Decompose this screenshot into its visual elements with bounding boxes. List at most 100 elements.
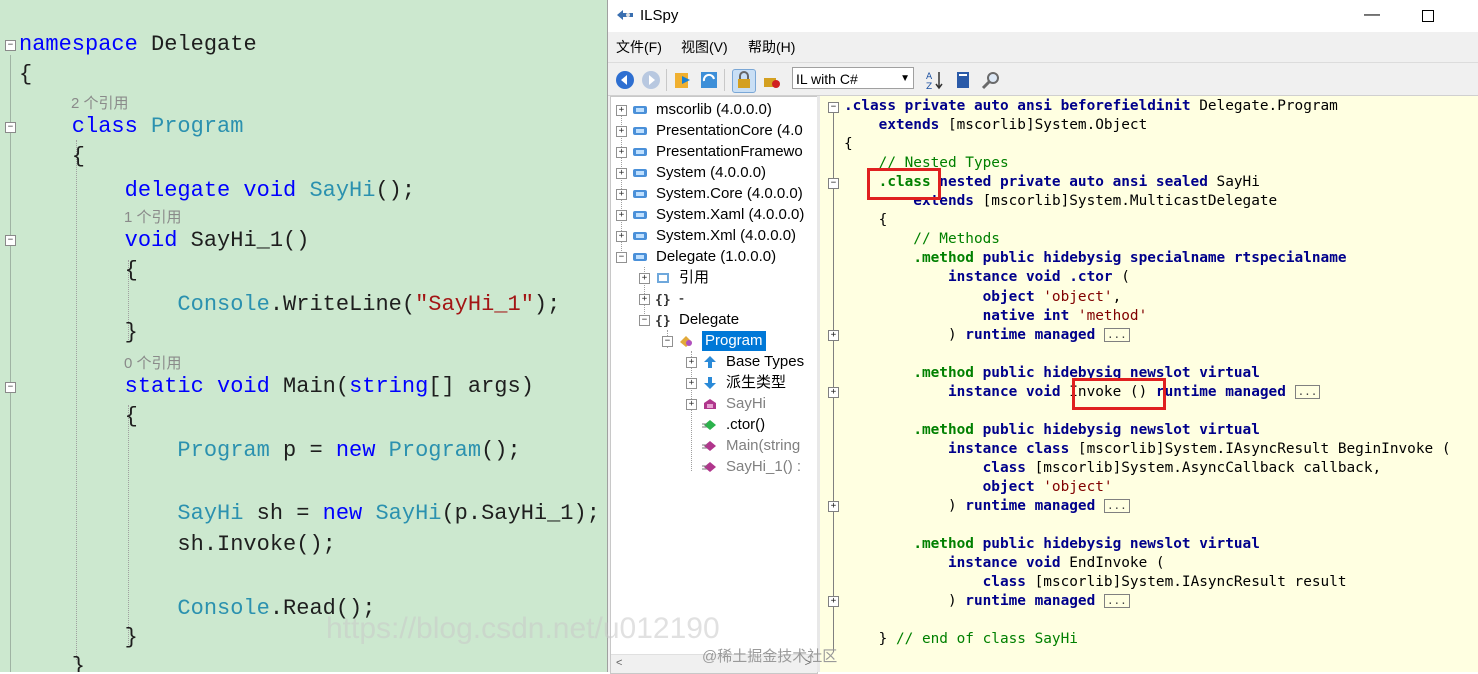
collapsed-body-button[interactable]: ... <box>1103 499 1130 514</box>
collapsed-body-button[interactable]: ... <box>1103 594 1130 609</box>
expand-toggle-invoke[interactable]: + <box>828 387 839 398</box>
code-token: } <box>19 320 138 345</box>
tree-expand-toggle[interactable]: + <box>616 210 627 221</box>
tree-node-label[interactable]: .ctor() <box>726 415 765 435</box>
il-token: .method <box>913 250 974 267</box>
language-select[interactable]: IL with C# ▼ <box>792 67 914 89</box>
highlight-class-keyword <box>867 168 941 200</box>
code-token: SayHi <box>19 501 244 526</box>
tree-collapse-toggle[interactable]: − <box>639 315 650 326</box>
tree-node-label[interactable]: mscorlib (4.0.0.0) <box>656 100 772 120</box>
tree-node-label[interactable]: Delegate <box>679 310 739 330</box>
tree-node-label[interactable]: 派生类型 <box>726 373 786 393</box>
highlight-invoke-method <box>1072 378 1166 410</box>
il-code-line: .class private auto ansi beforefieldinit… <box>844 97 1338 116</box>
code-line: Console.Read(); <box>19 594 375 624</box>
tree-node-label[interactable]: System (4.0.0.0) <box>656 163 766 183</box>
expand-toggle-begininvoke[interactable]: + <box>828 501 839 512</box>
collapse-toggle-nested-class[interactable]: − <box>828 178 839 189</box>
tree-node-label[interactable]: Program <box>702 331 766 351</box>
code-token: SayHi <box>296 178 376 203</box>
tree-node-asm-icon <box>632 103 648 117</box>
tree-expand-toggle[interactable]: + <box>639 273 650 284</box>
maximize-button[interactable] <box>1413 4 1443 28</box>
forward-icon[interactable] <box>640 69 662 91</box>
tree-expand-toggle[interactable]: + <box>616 168 627 179</box>
title-bar[interactable]: ILSpy — <box>608 0 1478 32</box>
tree-node-label[interactable]: Base Types <box>726 352 804 372</box>
language-select-value: IL with C# <box>796 71 858 87</box>
tree-node-label[interactable]: - <box>679 289 684 309</box>
ilspy-window: ILSpy — 文件(F) 视图(V) 帮助(H) IL with C# ▼ A… <box>607 0 1478 674</box>
tree-node-label[interactable]: SayHi <box>726 394 766 414</box>
tree-node-label[interactable]: System.Xml (4.0.0.0) <box>656 226 796 246</box>
tree-node-class-icon <box>678 334 694 348</box>
code-line: { <box>19 142 85 172</box>
reference-count[interactable]: 0 个引用 <box>124 352 182 373</box>
il-token: // Methods <box>844 231 1000 248</box>
il-code-line: class [mscorlib]System.AsyncCallback cal… <box>844 459 1382 478</box>
tree-node-label[interactable]: System.Xaml (4.0.0.0) <box>656 205 804 225</box>
expand-toggle-ctor[interactable]: + <box>828 330 839 341</box>
tree-expand-toggle[interactable]: + <box>686 357 697 368</box>
il-token: nested private auto ansi sealed <box>930 174 1208 191</box>
il-code-line: ) runtime managed ... <box>844 497 1130 516</box>
show-internal-icon[interactable] <box>732 69 756 93</box>
collapse-toggle-main[interactable]: − <box>5 382 16 393</box>
il-code-line: .method public hidebysig newslot virtual <box>844 535 1260 554</box>
assembly-tree[interactable]: + mscorlib (4.0.0.0) + PresentationCore (4.… <box>610 96 818 674</box>
tree-expand-toggle[interactable]: + <box>616 189 627 200</box>
reference-count[interactable]: 1 个引用 <box>124 206 182 227</box>
tree-expand-toggle[interactable]: + <box>639 294 650 305</box>
minimize-button[interactable]: — <box>1357 4 1387 28</box>
menu-view[interactable]: 视图(V) <box>681 37 728 57</box>
tree-expand-toggle[interactable]: + <box>616 231 627 242</box>
code-token: Main( <box>269 374 350 399</box>
tree-collapse-toggle[interactable]: − <box>616 252 627 263</box>
watermark-brand: @稀土掘金技术社区 <box>702 648 838 665</box>
menu-help[interactable]: 帮助(H) <box>748 37 795 57</box>
code-token: Console <box>19 292 270 317</box>
tree-node-label[interactable]: Delegate (1.0.0.0) <box>656 247 776 267</box>
search-icon[interactable] <box>980 69 1002 91</box>
scroll-left-icon[interactable]: < <box>616 657 622 669</box>
tree-node-label[interactable]: System.Core (4.0.0.0) <box>656 184 803 204</box>
tree-node-asm-icon <box>632 187 648 201</box>
collapse-toggle-class[interactable]: − <box>828 102 839 113</box>
il-token: public hidebysig specialname rtspecialna… <box>973 250 1347 267</box>
code-token: new <box>335 438 376 463</box>
tree-expand-toggle[interactable]: + <box>686 399 697 410</box>
il-token: 'object' <box>1034 479 1113 495</box>
tree-expand-toggle[interactable]: + <box>616 126 627 137</box>
tree-expand-toggle[interactable]: + <box>686 378 697 389</box>
collapse-toggle-sayhi1[interactable]: − <box>5 235 16 246</box>
decompiled-code-view[interactable]: − − + + + + .class private auto ansi bef… <box>820 96 1478 672</box>
open-file-icon[interactable] <box>672 69 694 91</box>
back-icon[interactable] <box>614 69 636 91</box>
collapse-toggle-class[interactable]: − <box>5 122 16 133</box>
tree-node-label[interactable]: 引用 <box>679 268 709 288</box>
il-code-line: extends [mscorlib]System.Object <box>844 116 1148 135</box>
sort-icon[interactable]: AZ <box>924 69 946 92</box>
collapsed-body-button[interactable]: ... <box>1294 384 1321 399</box>
il-code-line: instance void EndInvoke ( <box>844 554 1165 573</box>
tree-expand-toggle[interactable]: + <box>616 147 627 158</box>
tree-expand-toggle[interactable]: + <box>616 105 627 116</box>
tree-node-label[interactable]: PresentationFramewo <box>656 142 803 162</box>
show-all-icon[interactable] <box>760 69 782 91</box>
tree-node-label[interactable]: SayHi_1() : <box>726 457 801 477</box>
code-token: } <box>19 625 138 650</box>
menu-file[interactable]: 文件(F) <box>616 37 662 57</box>
tree-node-label[interactable]: PresentationCore (4.0 <box>656 121 803 141</box>
code-token: sh.Invoke(); <box>19 532 336 557</box>
code-token: (p.SayHi_1); <box>441 501 600 526</box>
tree-collapse-toggle[interactable]: − <box>662 336 673 347</box>
collapse-toggle-namespace[interactable]: − <box>5 40 16 51</box>
collapsed-body-button[interactable]: ... <box>1103 327 1130 342</box>
reference-count[interactable]: 2 个引用 <box>71 92 129 113</box>
tree-node-label[interactable]: Main(string <box>726 436 800 456</box>
expand-toggle-endinvoke[interactable]: + <box>828 596 839 607</box>
book-icon[interactable] <box>952 69 974 91</box>
reload-icon[interactable] <box>698 69 720 91</box>
code-editor[interactable]: − − − − 2 个引用 1 个引用 0 个引用 namespace Dele… <box>0 0 607 672</box>
